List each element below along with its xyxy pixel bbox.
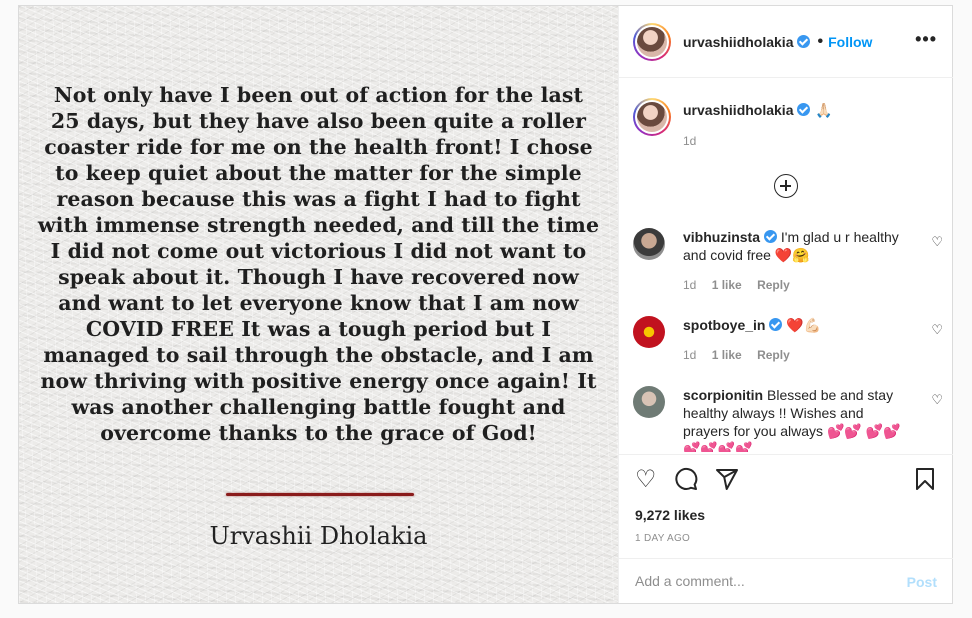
heart-icon[interactable]: ♡ — [931, 322, 943, 338]
caption: urvashiidholakia 🙏🏻 1d — [633, 98, 832, 148]
verified-badge-icon — [764, 230, 778, 243]
avatar[interactable] — [633, 316, 665, 348]
verified-badge-icon — [797, 35, 811, 48]
quote-line: I did not come out victorious I did not … — [50, 239, 587, 263]
comment-likes[interactable]: 1 like — [712, 348, 742, 362]
story-ring[interactable] — [633, 98, 671, 136]
quote-line: was another challenging battle fought an… — [71, 395, 566, 419]
heart-icon[interactable]: ♡ — [635, 467, 657, 491]
comment-username[interactable]: vibhuzinsta — [683, 229, 760, 245]
header-username[interactable]: urvashiidholakia — [683, 34, 793, 50]
quote-line: managed to sail through the obstacle, an… — [43, 343, 594, 367]
add-comment-row: Post — [619, 558, 953, 604]
quote-line: reason because this was a fight I had to… — [56, 187, 581, 211]
comment-icon[interactable] — [674, 467, 698, 495]
comment-likes[interactable]: 1 like — [712, 278, 742, 292]
bookmark-icon[interactable] — [913, 467, 937, 495]
comment-username[interactable]: scorpionitin — [683, 387, 763, 403]
caption-username[interactable]: urvashiidholakia — [683, 102, 793, 118]
signature: Urvashii Dholakia — [209, 522, 428, 550]
comment-username[interactable]: spotboye_in — [683, 317, 765, 333]
post-button[interactable]: Post — [907, 574, 937, 590]
follow-button[interactable]: Follow — [828, 34, 872, 50]
post-sidebar: urvashiidholakia • Follow ••• urvashiidh… — [618, 6, 953, 603]
comment-input[interactable] — [635, 573, 855, 589]
quote-line: coaster ride for me on the health front!… — [44, 135, 593, 159]
post-quote: Not only have I been out of action for t… — [27, 82, 610, 446]
avatar[interactable] — [637, 26, 667, 57]
heart-icon[interactable]: ♡ — [931, 234, 943, 250]
quote-line: and want to let everyone know that I am … — [58, 291, 579, 315]
quote-line: with immense strength needed, and till t… — [37, 213, 600, 237]
reply-button[interactable]: Reply — [757, 278, 790, 292]
quote-line: COVID FREE It was a tough period but I — [85, 317, 552, 341]
decorative-rule — [226, 493, 414, 496]
post-image[interactable]: Not only have I been out of action for t… — [19, 6, 618, 603]
comment-time[interactable]: 1d — [683, 278, 696, 292]
comment-time[interactable]: 1d — [683, 348, 696, 362]
quote-line: Not only have I been out of action for t… — [53, 83, 584, 107]
action-bar: ♡ 9,272 likes 1 DAY AGO Post — [619, 454, 953, 603]
quote-line: to keep quiet about the matter for the s… — [55, 161, 582, 185]
quote-line: speak about it. Though I have recovered … — [58, 265, 579, 289]
avatar[interactable] — [637, 102, 667, 132]
comment-item: vibhuzinsta I'm glad u r healthy and cov… — [633, 228, 943, 294]
more-horizontal-icon[interactable]: ••• — [915, 30, 937, 48]
comment-item: scorpionitin Blessed be and stay healthy… — [633, 386, 943, 452]
quote-line: overcome thanks to the grace of God! — [100, 421, 537, 445]
verified-badge-icon — [797, 103, 811, 116]
separator-dot: • — [817, 32, 824, 50]
verified-badge-icon — [769, 318, 783, 331]
caption-time[interactable]: 1d — [683, 134, 832, 148]
caption-text: 🙏🏻 — [814, 103, 833, 119]
avatar[interactable] — [633, 386, 665, 418]
reply-button[interactable]: Reply — [757, 348, 790, 362]
post-timestamp[interactable]: 1 DAY AGO — [635, 533, 690, 544]
quote-line: 25 days, but they have also been quite a… — [50, 109, 587, 133]
avatar[interactable] — [633, 228, 665, 260]
plus-circle-icon[interactable] — [774, 174, 798, 198]
quote-line: now thriving with positive energy once a… — [40, 369, 597, 393]
story-ring[interactable] — [633, 22, 671, 61]
heart-icon[interactable]: ♡ — [931, 392, 943, 408]
share-icon[interactable] — [715, 467, 739, 495]
likes-count[interactable]: 9,272 likes — [635, 507, 705, 523]
post-header: urvashiidholakia • Follow ••• — [619, 6, 953, 78]
comment-text: ❤️💪🏻 — [786, 317, 822, 333]
comment-item: spotboye_in ❤️💪🏻 1d 1 like Reply ♡ — [633, 316, 943, 364]
post-frame: Not only have I been out of action for t… — [18, 5, 953, 604]
